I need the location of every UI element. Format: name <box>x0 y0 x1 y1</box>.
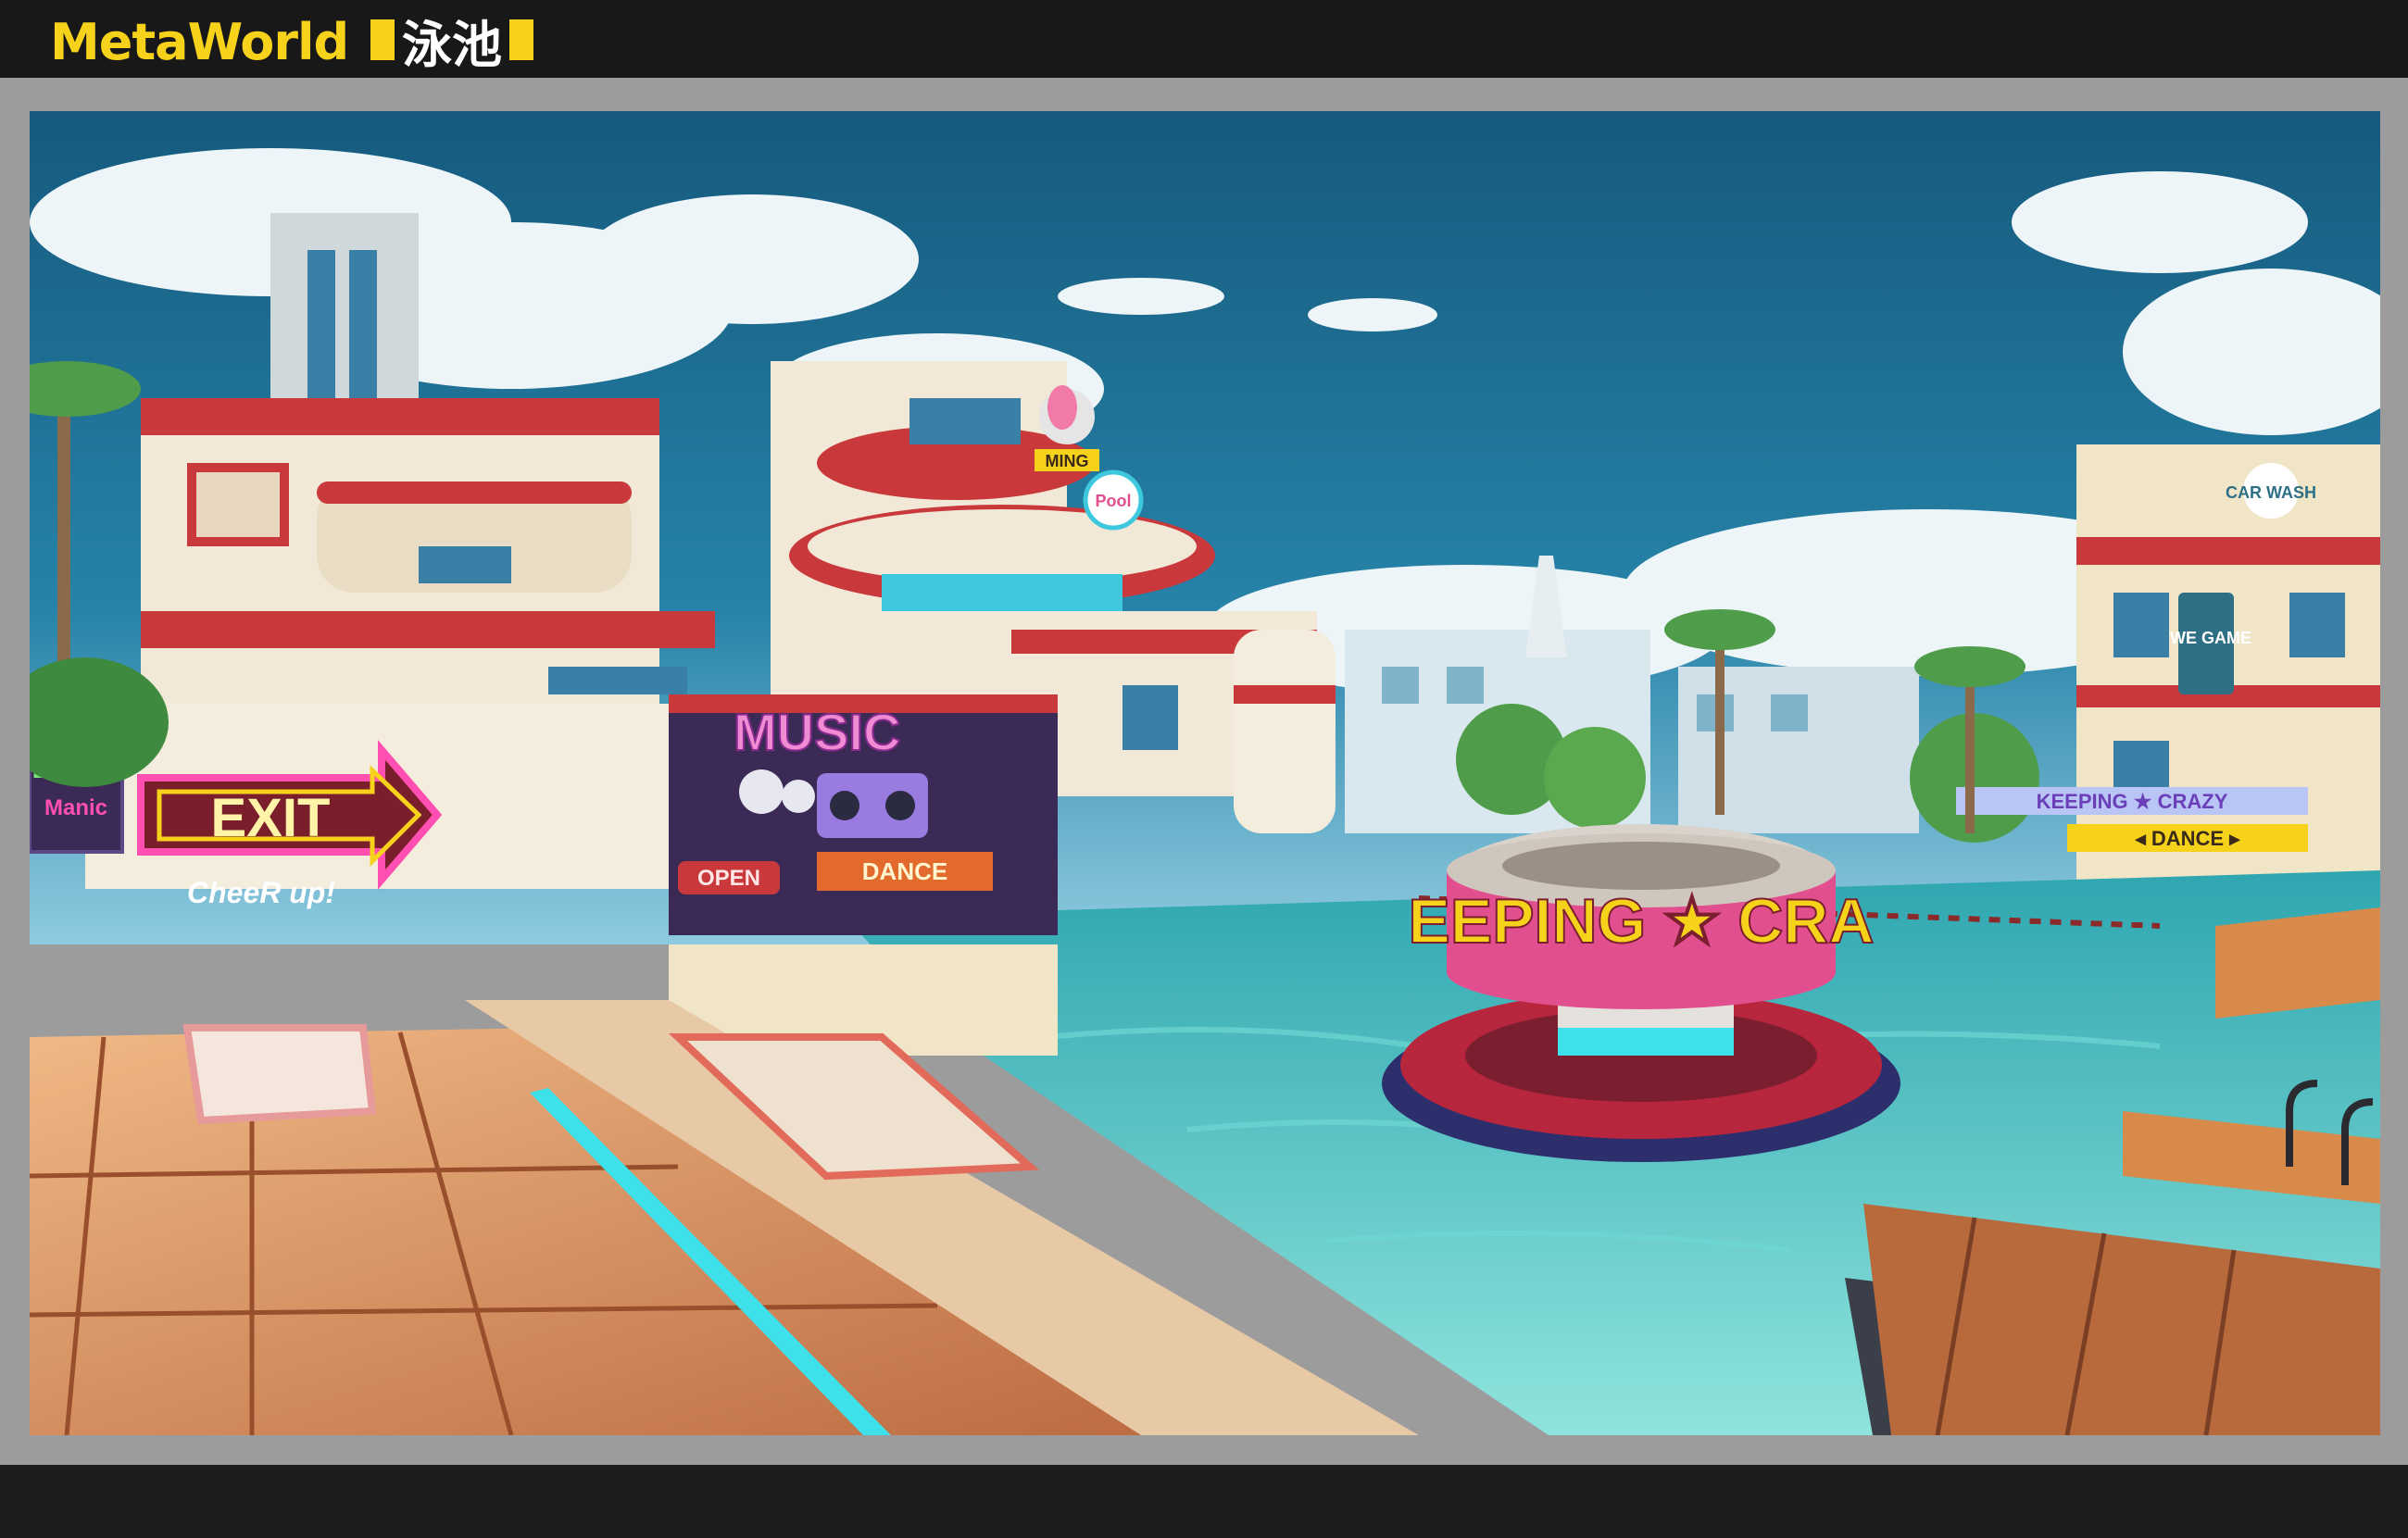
brand-logo: MetaWorld <box>50 13 349 71</box>
flamingo-statue <box>1047 385 1077 430</box>
disco-sub-label: Manic <box>44 795 107 820</box>
swimming-sign: MING <box>1046 452 1089 470</box>
keeping-crazy-banner: KEEPING ★ CRAZY <box>2037 790 2228 813</box>
tag-bar-right <box>509 19 533 60</box>
section-title: 泳池 <box>402 15 502 74</box>
scene-viewport: CAR WASH WE GAME KEEPING ★ CRAZY ◂ DANCE… <box>30 111 2380 1435</box>
open-sign: OPEN <box>697 866 760 891</box>
tag-bar-left <box>370 19 395 60</box>
section-tag: 泳池 <box>370 13 533 74</box>
keeping-crazy-float-label: EEPING ★ CRA <box>1408 886 1874 957</box>
music-sign: MUSIC <box>734 703 900 761</box>
dance-stage-sign: DANCE <box>862 857 947 885</box>
dance-banner: ◂ DANCE ▸ <box>2135 827 2240 850</box>
top-bar: MetaWorld 泳池 <box>0 0 2408 78</box>
car-wash-building: CAR WASH WE GAME <box>2076 444 2380 926</box>
lounger-left <box>182 1024 377 1125</box>
cheer-up-label: CheeR up! <box>187 876 335 909</box>
car-wash-sign: CAR WASH <box>2226 483 2316 502</box>
pool-scene-illustration: CAR WASH WE GAME KEEPING ★ CRAZY ◂ DANCE… <box>30 111 2380 1435</box>
exit-label: EXIT <box>211 788 331 848</box>
dock-right <box>2215 907 2380 1019</box>
bottom-bar <box>0 1465 2408 1538</box>
we-game-sign: WE GAME <box>2170 629 2251 647</box>
pool-badge: Pool <box>1096 492 1132 510</box>
